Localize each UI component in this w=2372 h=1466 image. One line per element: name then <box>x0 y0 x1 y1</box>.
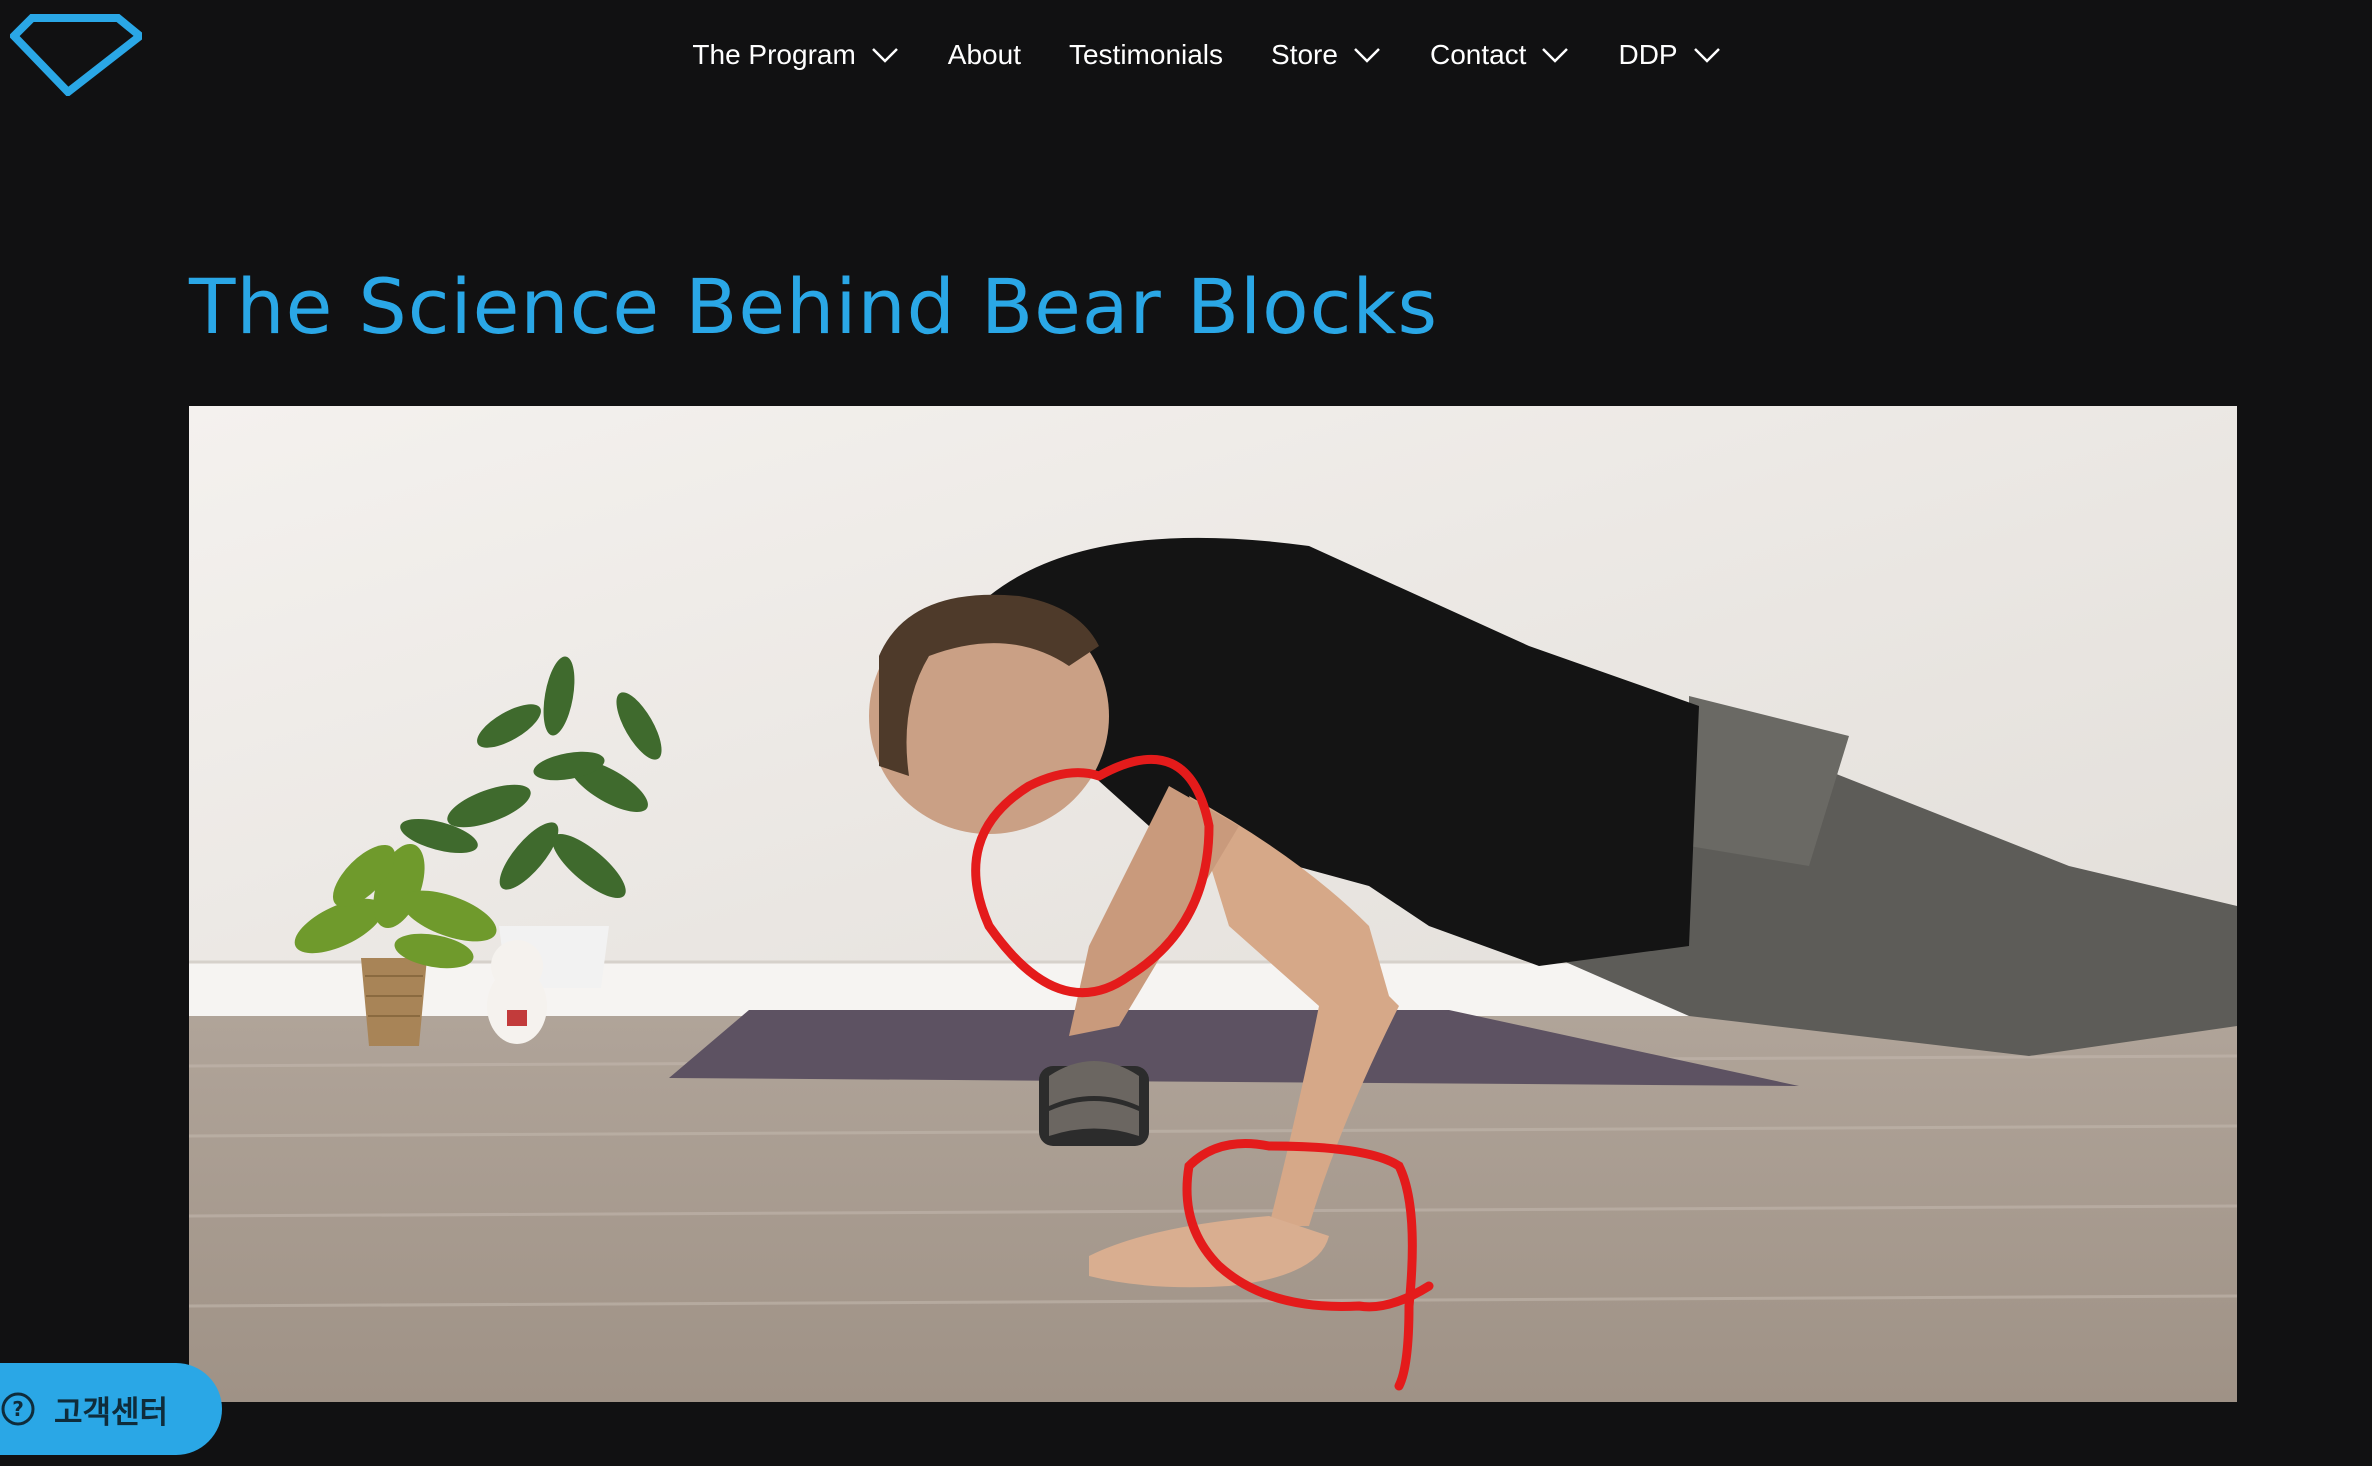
chevron-down-icon <box>1693 48 1720 63</box>
nav-item-label: The Program <box>692 39 856 70</box>
nav-item-contact[interactable]: Contact <box>1430 39 1571 71</box>
nav-item-the-program[interactable]: The Program <box>692 39 899 71</box>
page-title: The Science Behind Bear Blocks <box>189 262 1439 351</box>
nav-item-about[interactable]: About <box>948 39 1021 71</box>
nav-item-label: Testimonials <box>1068 39 1224 70</box>
chevron-down-icon <box>871 48 898 63</box>
hero-image <box>189 406 2237 1402</box>
chevron-down-icon <box>1354 48 1380 63</box>
main-nav: The Program About Testimonials Store Con… <box>0 30 2372 80</box>
nav-item-testimonials[interactable]: Testimonials <box>1069 39 1223 71</box>
svg-text:?: ? <box>12 1397 24 1421</box>
question-circle-icon: ? <box>1 1392 35 1426</box>
customer-center-button[interactable]: ? 고객센터 <box>0 1363 222 1455</box>
nav-item-label: DDP <box>1618 39 1678 70</box>
nav-item-store[interactable]: Store <box>1271 39 1382 71</box>
nav-item-label: Contact <box>1429 39 1527 70</box>
nav-item-label: About <box>947 39 1021 70</box>
nav-item-label: Store <box>1271 39 1338 70</box>
chevron-down-icon <box>1542 48 1569 63</box>
customer-center-label: 고객센터 <box>54 1394 169 1431</box>
nav-item-ddp[interactable]: DDP <box>1618 39 1721 71</box>
